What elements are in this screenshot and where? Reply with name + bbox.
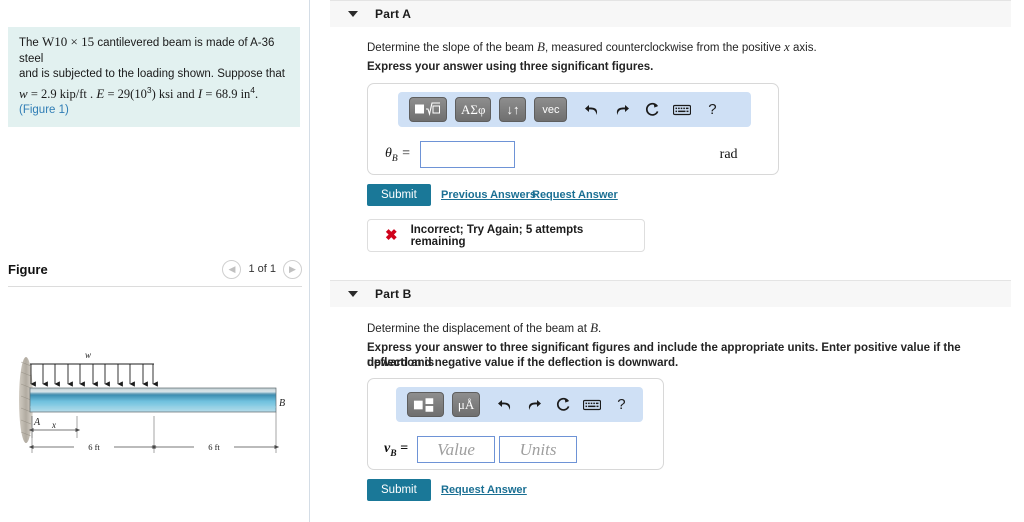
part-b-question: Determine the displacement of the beam a… <box>367 320 987 337</box>
greek-letters-button[interactable]: ΑΣφ <box>455 97 492 122</box>
part-a-header[interactable]: Part A <box>330 0 1011 27</box>
part-a-entry-row: θB = rad <box>368 141 778 168</box>
part-a-math-toolbar: ΑΣφ ↓↑ vec ? <box>398 92 751 127</box>
undo-icon[interactable] <box>494 394 515 416</box>
part-a-units-label: rad <box>719 146 738 162</box>
part-b-question-pre: Determine the displacement of the beam a… <box>367 323 591 335</box>
help-icon[interactable]: ? <box>611 394 632 416</box>
w-symbol: w <box>19 85 28 101</box>
mastering-physics-problem-page: The W10 × 15 cantilevered beam is made o… <box>0 0 1024 522</box>
I-value: = 68.9 in <box>205 86 251 101</box>
E-symbol: E <box>96 85 105 101</box>
span-label-left: 6 ft <box>88 442 100 452</box>
problem-line-3: w = 2.9 kip/ft . E = 29(103) ksi and I =… <box>19 83 291 103</box>
chevron-left-icon[interactable]: ◀ <box>222 259 242 279</box>
caret-down-icon[interactable] <box>348 11 358 17</box>
redo-icon[interactable] <box>523 394 544 416</box>
x-mark-icon: ✖ <box>385 227 398 244</box>
part-a-instruction: Express your answer using three signific… <box>367 61 654 73</box>
part-a-request-answer-link[interactable]: Request Answer <box>532 189 618 201</box>
help-icon[interactable]: ? <box>701 99 723 121</box>
part-a-question-post: axis. <box>789 42 817 54</box>
left-panel: The W10 × 15 cantilevered beam is made o… <box>0 0 310 522</box>
part-b-question-var-b: B <box>590 320 599 335</box>
part-b-answer-box: μÅ ? vB = Value Units <box>367 378 664 470</box>
right-panel: Part A Determine the slope of the beam B… <box>311 0 1024 522</box>
part-b-math-toolbar: μÅ ? <box>396 387 643 422</box>
figure-divider <box>8 286 302 287</box>
part-a-previous-answers-link[interactable]: Previous Answers <box>441 189 536 201</box>
part-b-answer-label: vB = <box>384 440 409 459</box>
undo-icon[interactable] <box>581 99 603 121</box>
part-a-answer-input[interactable] <box>419 141 515 168</box>
part-b-submit-button[interactable]: Submit <box>367 479 431 501</box>
label-B: B <box>279 398 285 409</box>
part-b-entry-row: vB = Value Units <box>368 436 663 463</box>
label-A: A <box>33 417 41 428</box>
part-a-feedback-text: Incorrect; Try Again; 5 attempts remaini… <box>410 223 584 248</box>
I-end: . <box>255 86 259 101</box>
part-b-instruction-line2: upward and negative value if the deflect… <box>367 357 679 369</box>
part-a-answer-box: ΑΣφ ↓↑ vec ? θB = rad <box>367 83 779 175</box>
figure-pager-label: 1 of 1 <box>248 263 276 275</box>
part-a-question-var-b: B <box>537 39 545 54</box>
problem-statement: The W10 × 15 cantilevered beam is made o… <box>8 27 300 128</box>
reset-icon[interactable] <box>641 99 663 121</box>
figure-pager: ◀ 1 of 1 ▶ <box>222 259 302 279</box>
part-b-units-input[interactable]: Units <box>499 436 578 463</box>
span-label-right: 6 ft <box>208 442 220 452</box>
chevron-right-icon[interactable]: ▶ <box>283 259 302 279</box>
part-a-answer-label: θB = <box>385 145 411 164</box>
cantilever-beam-figure: w A B x 6 ft 6 ft <box>19 350 285 453</box>
part-a-question-pre: Determine the slope of the beam <box>367 42 538 54</box>
part-a-question-mid: , measured counterclockwise from the pos… <box>545 42 785 54</box>
part-b-header[interactable]: Part B <box>330 280 1011 307</box>
I-symbol: I <box>197 85 203 101</box>
redo-icon[interactable] <box>611 99 633 121</box>
keyboard-icon[interactable] <box>671 99 693 121</box>
keyboard-icon[interactable] <box>582 394 603 416</box>
part-b-title: Part B <box>375 287 412 301</box>
figure-header: Figure ◀ 1 of 1 ▶ <box>8 255 302 283</box>
part-a-title: Part A <box>375 7 412 21</box>
E-value: = 29(10 <box>107 86 147 101</box>
problem-text-pre: The <box>19 37 43 49</box>
part-b-value-input[interactable]: Value <box>417 436 496 463</box>
load-label-w: w <box>85 350 91 360</box>
math-template-icon[interactable] <box>409 97 447 122</box>
sub-superscript-button[interactable]: ↓↑ <box>499 97 527 122</box>
figure-title: Figure <box>8 261 48 277</box>
dimension-label-x: x <box>51 420 56 430</box>
value-units-template-icon[interactable] <box>407 392 445 417</box>
part-b-request-answer-link[interactable]: Request Answer <box>441 484 527 496</box>
problem-line-2: and is subjected to the loading shown. S… <box>19 68 285 80</box>
part-a-question: Determine the slope of the beam B, measu… <box>367 39 987 56</box>
part-a-feedback-banner: ✖ Incorrect; Try Again; 5 attempts remai… <box>367 219 645 252</box>
part-b-question-post: . <box>598 323 602 335</box>
beam-designation: W10 × 15 <box>42 34 95 49</box>
reset-icon[interactable] <box>552 394 573 416</box>
figure-1-link[interactable]: (Figure 1) <box>19 103 291 119</box>
part-a-submit-button[interactable]: Submit <box>367 184 431 206</box>
w-value: = 2.9 kip/ft . <box>30 86 94 101</box>
caret-down-icon[interactable] <box>348 291 358 297</box>
vector-button[interactable]: vec <box>534 97 568 122</box>
E-unit: ) ksi and <box>151 86 195 101</box>
problem-line-1: The W10 × 15 cantilevered beam is made o… <box>19 34 291 67</box>
units-button[interactable]: μÅ <box>452 392 481 417</box>
